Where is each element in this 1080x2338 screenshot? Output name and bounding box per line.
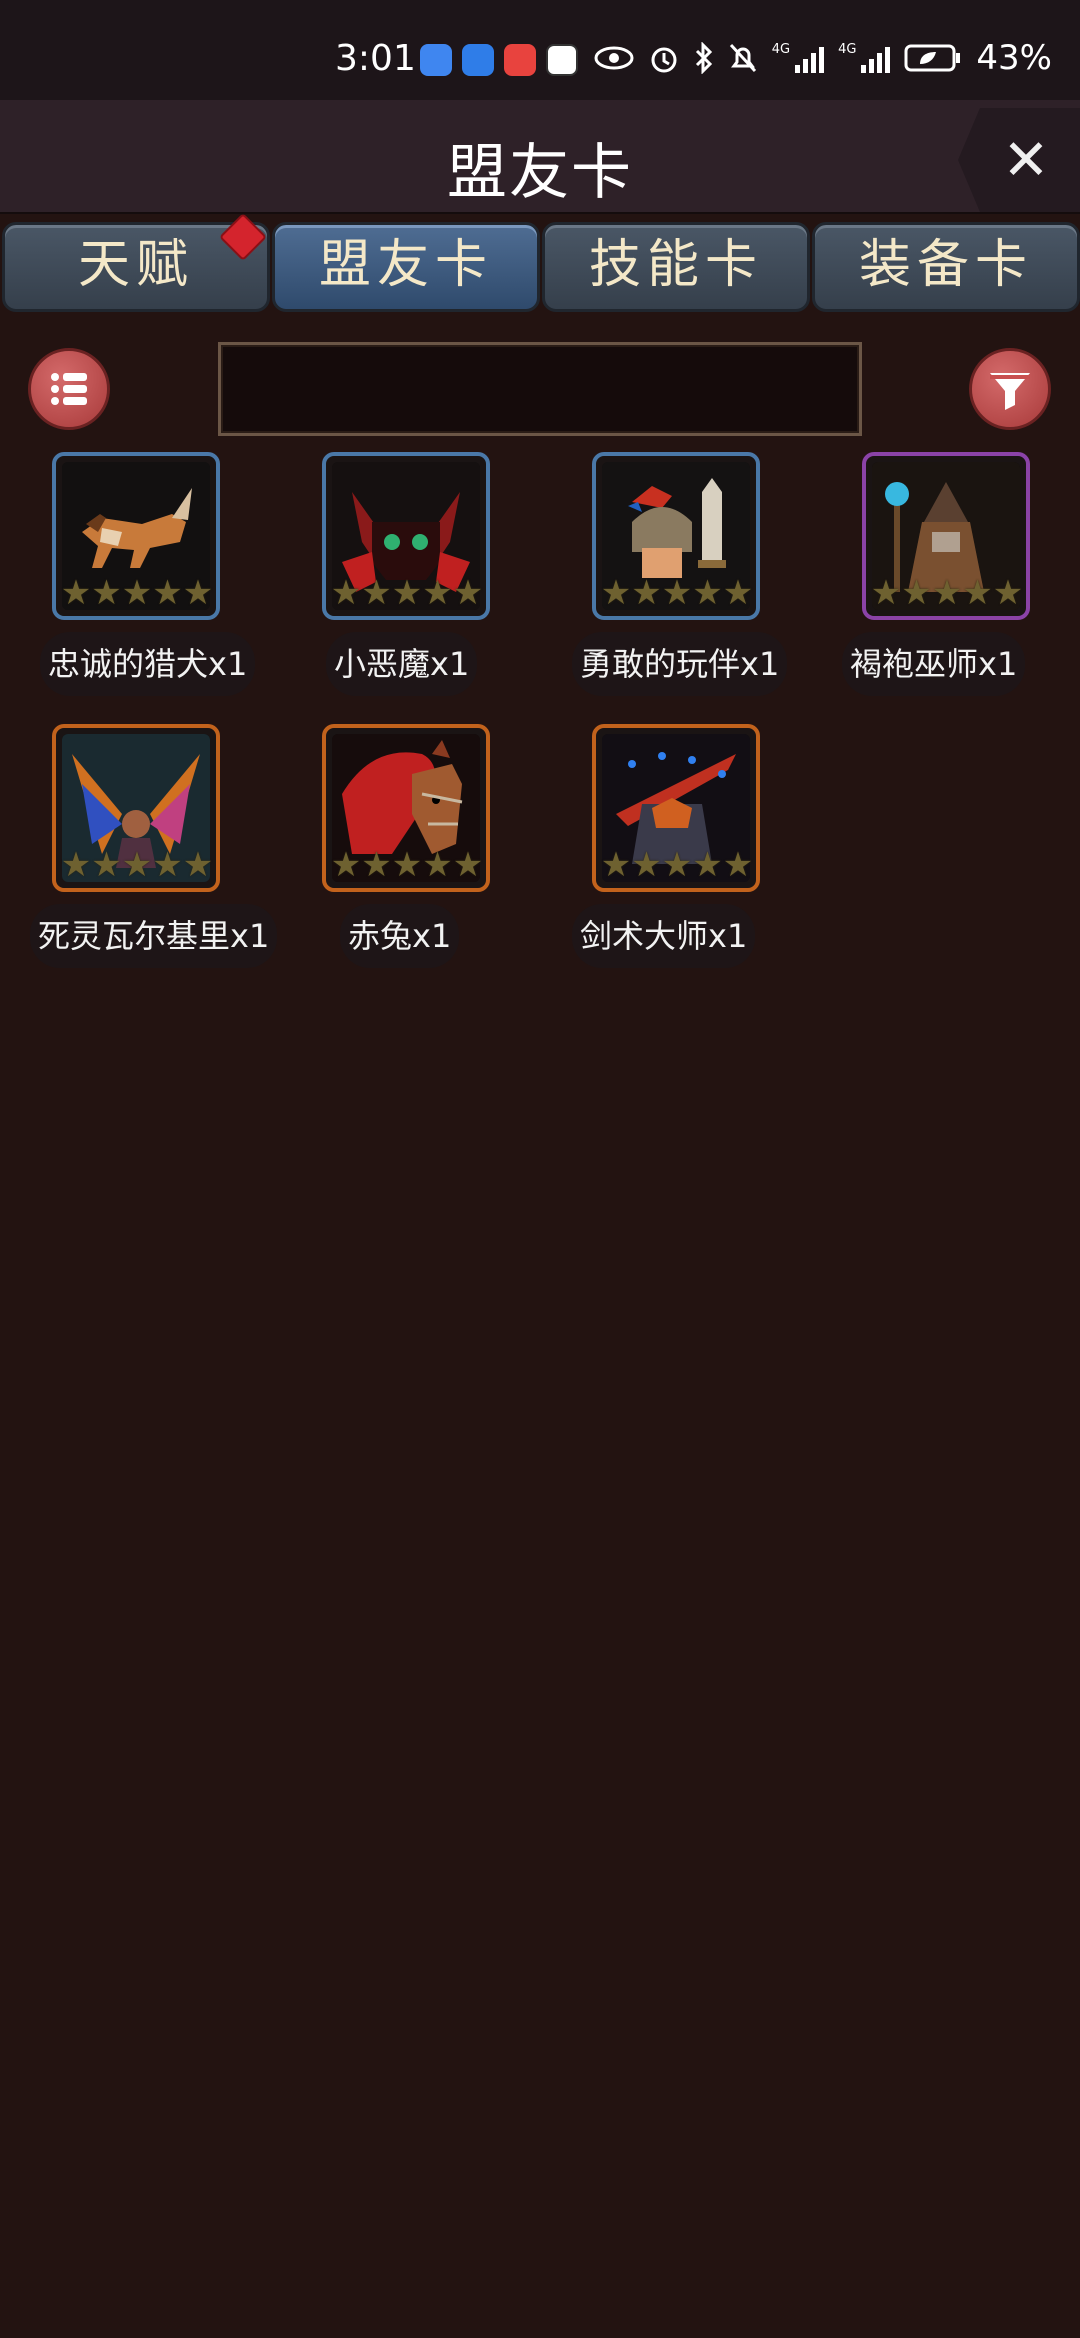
signal-icon-2: 4G (838, 42, 891, 73)
status-right: 4G 4G 43% (594, 38, 1052, 78)
bell-off-icon (729, 43, 756, 73)
sf-app-icon (546, 44, 578, 76)
status-time: 3:01 (335, 38, 416, 79)
tab-skill-cards[interactable]: 技能卡 (542, 222, 810, 312)
eye-icon (594, 46, 634, 70)
cloud-app-icon (420, 44, 452, 76)
card-name: 小恶魔x1 (326, 632, 478, 696)
network-label-1: 4G (771, 42, 791, 57)
star-rating: ★★★★★ (330, 573, 484, 613)
card-frame: ★★★★★ (322, 452, 490, 620)
close-button[interactable]: ✕ (958, 108, 1080, 212)
tab-equipment-cards[interactable]: 装备卡 (812, 222, 1080, 312)
status-bar: 3:01 4G 4G 43% (0, 0, 1080, 100)
card-name: 赤兔x1 (340, 904, 460, 968)
search-input[interactable] (218, 342, 862, 436)
list-button[interactable] (28, 348, 110, 430)
network-label-2: 4G (838, 42, 857, 57)
card-name: 褐袍巫师x1 (842, 632, 1026, 696)
tab-ally-cards[interactable]: 盟友卡 (272, 222, 540, 312)
page-title: 盟友卡 (447, 138, 633, 208)
star-rating: ★★★★★ (330, 845, 484, 885)
card-frame: ★★★★★ (322, 724, 490, 892)
alarm-icon (651, 47, 677, 73)
card-frame: ★★★★★ (52, 452, 220, 620)
card-frame: ★★★★★ (862, 452, 1030, 620)
close-icon: ✕ (1002, 127, 1050, 193)
weather-app-icon (462, 44, 494, 76)
card-name: 剑术大师x1 (572, 904, 756, 968)
card-name: 勇敢的玩伴x1 (572, 632, 788, 696)
filter-icon (990, 373, 1030, 410)
bluetooth-icon (695, 42, 712, 74)
filter-button[interactable] (969, 348, 1051, 430)
card-frame: ★★★★★ (592, 452, 760, 620)
card-name: 死灵瓦尔基里x1 (30, 904, 278, 968)
card-frame: ★★★★★ (52, 724, 220, 892)
star-rating: ★★★★★ (600, 845, 754, 885)
battery-icon (904, 44, 961, 72)
star-rating: ★★★★★ (60, 573, 214, 613)
signal-icon: 4G (771, 42, 825, 73)
book-app-icon (504, 44, 536, 76)
tab-row: 天赋 盟友卡 技能卡 装备卡 (0, 220, 1080, 314)
list-icon (51, 373, 87, 405)
star-rating: ★★★★★ (60, 845, 214, 885)
star-rating: ★★★★★ (600, 573, 754, 613)
title-bar: 盟友卡 ✕ (0, 100, 1080, 214)
battery-percent: 43% (976, 38, 1052, 78)
card-frame: ★★★★★ (592, 724, 760, 892)
card-name: 忠诚的猎犬x1 (40, 632, 256, 696)
star-rating: ★★★★★ (870, 573, 1024, 613)
